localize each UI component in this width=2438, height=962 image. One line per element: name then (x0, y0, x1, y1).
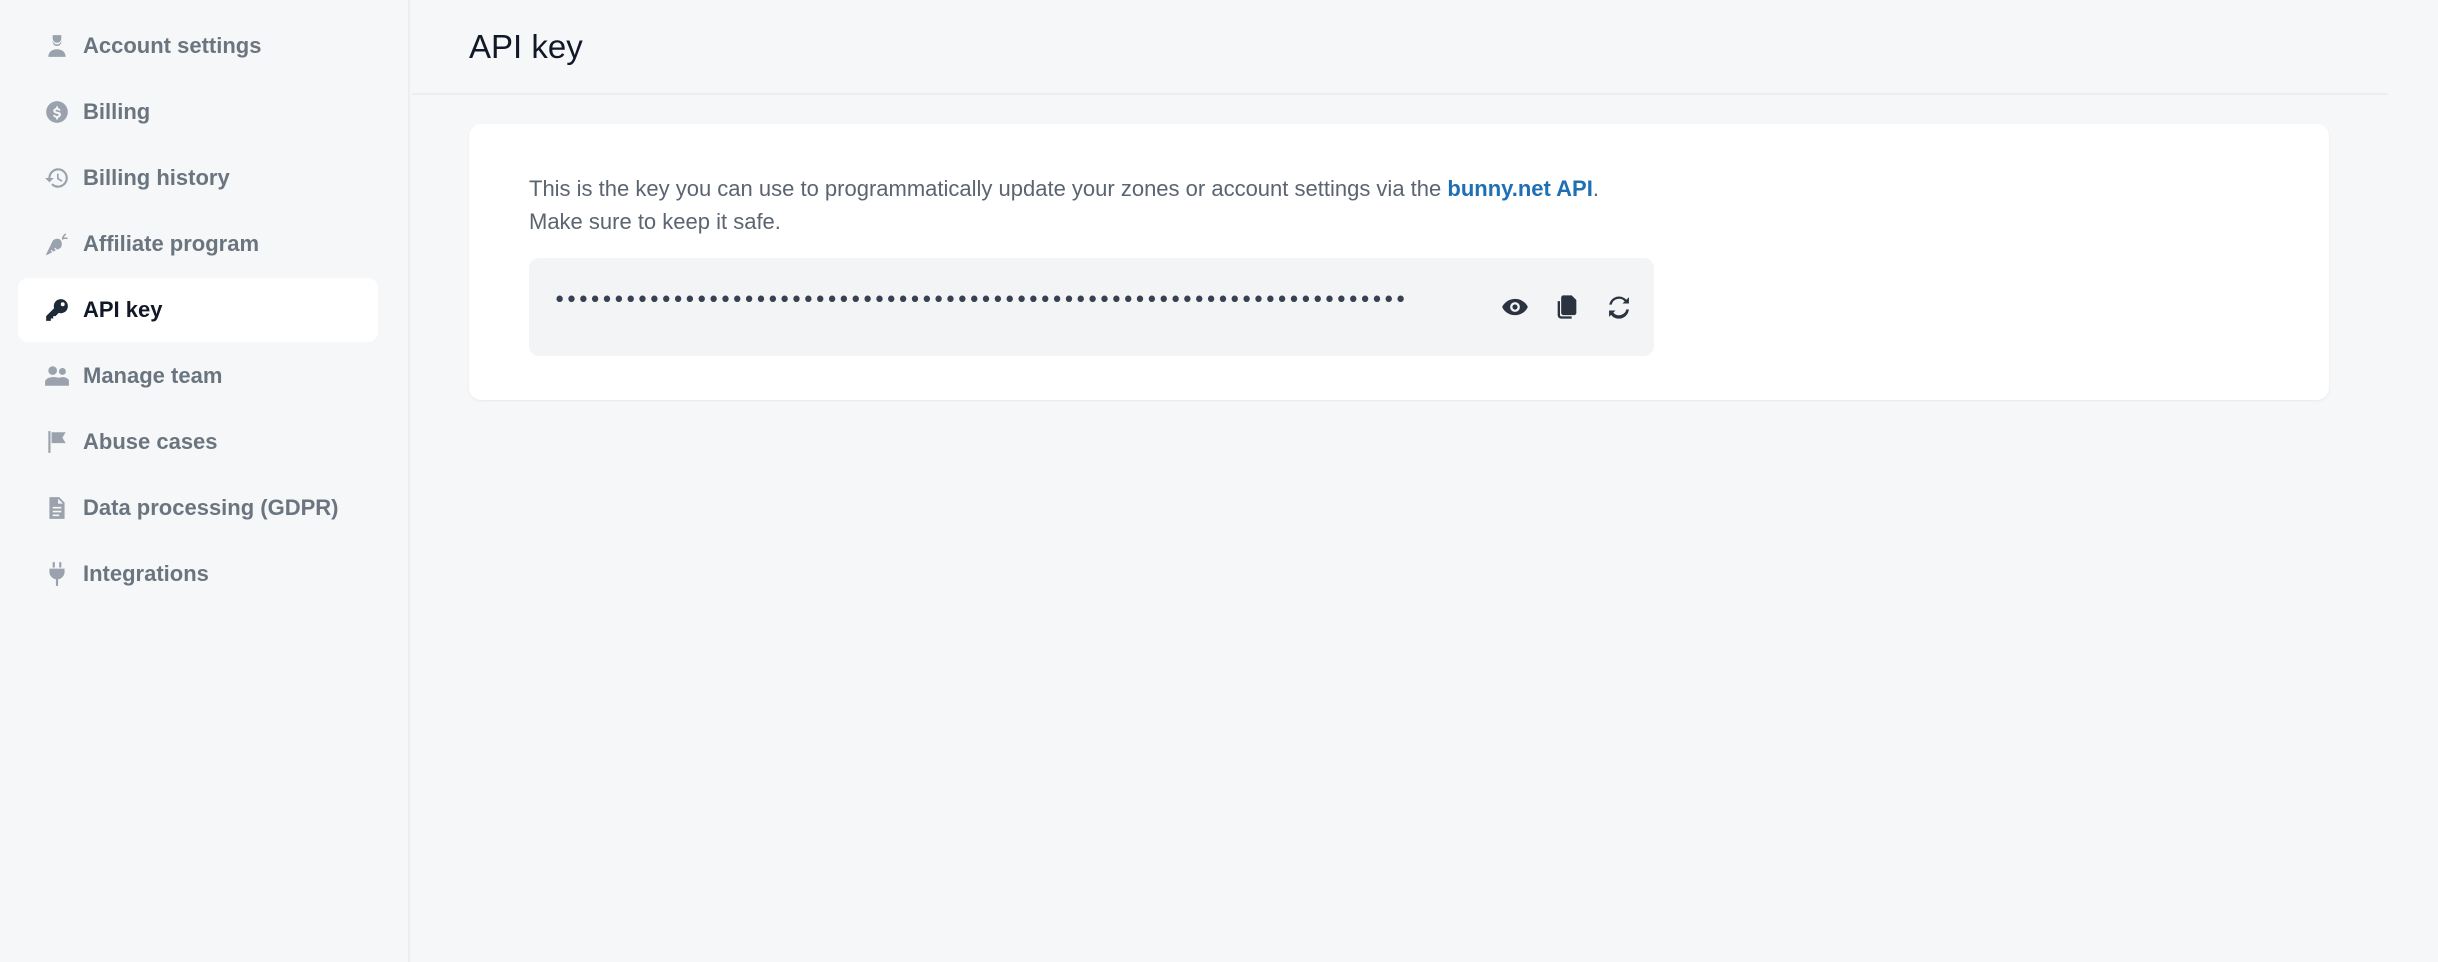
description-text: This is the key you can use to programma… (529, 176, 1448, 201)
page-title: API key (469, 28, 583, 65)
copy-icon[interactable] (1550, 290, 1584, 324)
sidebar-item-label: Affiliate program (83, 231, 260, 256)
api-key-actions (1498, 290, 1636, 324)
sidebar-item-account-settings[interactable]: Account settings (18, 14, 378, 78)
users-icon (42, 361, 72, 391)
sidebar-item-label: Abuse cases (83, 429, 218, 454)
history-icon (42, 163, 72, 193)
sidebar-item-label: Billing (83, 99, 151, 124)
refresh-icon[interactable] (1602, 290, 1636, 324)
api-key-description: This is the key you can use to programma… (529, 172, 1829, 238)
flag-icon (42, 427, 72, 457)
sidebar-item-label: Data processing (GDPR) (83, 495, 339, 520)
user-tie-icon (42, 31, 72, 61)
document-icon (42, 493, 72, 523)
api-key-value: ••••••••••••••••••••••••••••••••••••••••… (553, 288, 1407, 313)
description-line-2: Make sure to keep it safe. (529, 209, 781, 234)
dollar-circle-icon (42, 97, 72, 127)
sidebar-item-billing[interactable]: Billing (18, 80, 378, 144)
sidebar-item-label: Account settings (83, 33, 262, 58)
sidebar-item-affiliate-program[interactable]: Affiliate program (18, 212, 378, 276)
key-icon (42, 295, 72, 325)
eye-icon[interactable] (1498, 290, 1532, 324)
sidebar-item-abuse-cases[interactable]: Abuse cases (18, 410, 378, 474)
sidebar: Account settings Billing Billing history… (0, 0, 410, 962)
sidebar-item-integrations[interactable]: Integrations (18, 542, 378, 606)
api-docs-link[interactable]: bunny.net API (1447, 176, 1592, 201)
sidebar-item-label: Manage team (83, 363, 223, 388)
carrot-icon (42, 229, 72, 259)
sidebar-item-billing-history[interactable]: Billing history (18, 146, 378, 210)
description-suffix: . (1592, 176, 1599, 201)
sidebar-item-manage-team[interactable]: Manage team (18, 344, 378, 408)
page-header: API key (412, 0, 2388, 95)
sidebar-item-api-key[interactable]: API key (18, 278, 378, 342)
sidebar-item-label: Billing history (83, 165, 230, 190)
sidebar-item-data-processing[interactable]: Data processing (GDPR) (18, 476, 378, 540)
plug-icon (42, 559, 72, 589)
api-key-card: This is the key you can use to programma… (469, 124, 2329, 400)
api-key-field[interactable]: ••••••••••••••••••••••••••••••••••••••••… (529, 258, 1654, 356)
sidebar-item-label: API key (83, 297, 163, 322)
sidebar-item-label: Integrations (83, 561, 209, 586)
